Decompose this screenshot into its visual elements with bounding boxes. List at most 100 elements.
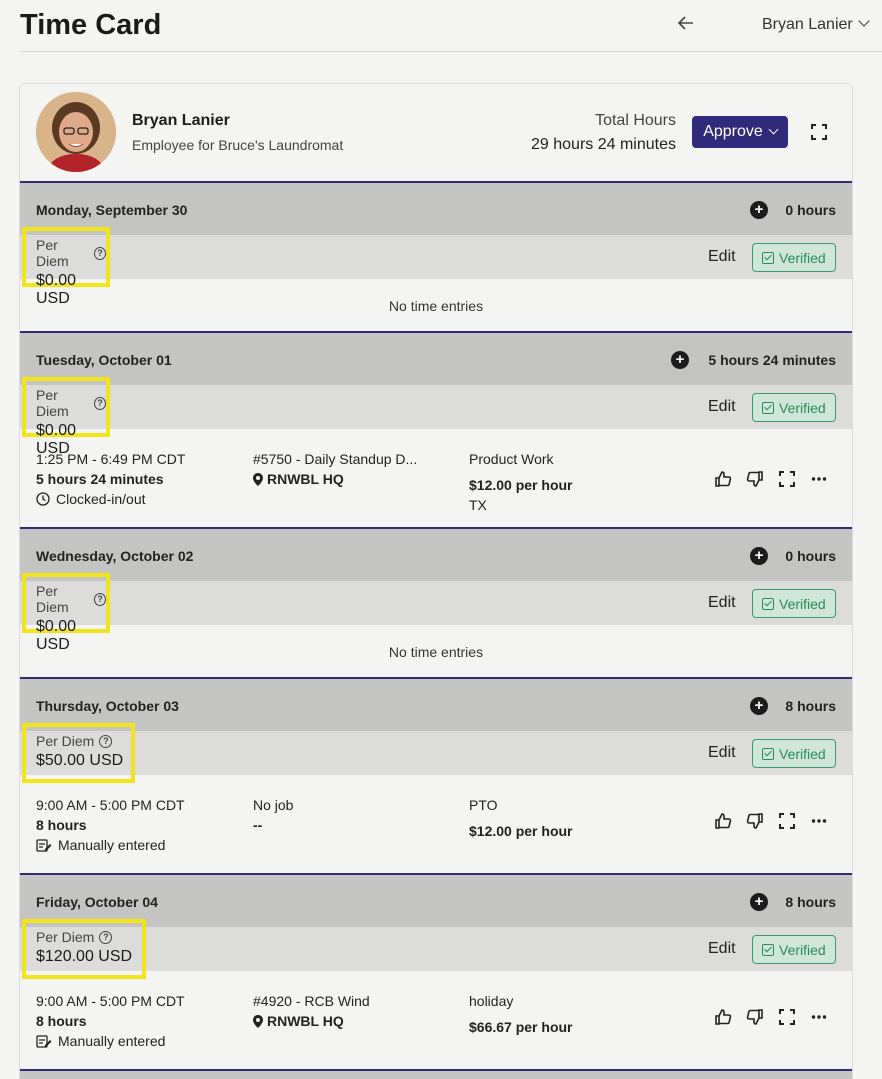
help-icon[interactable]: ? bbox=[94, 592, 106, 606]
add-icon[interactable]: + bbox=[671, 351, 689, 369]
time-card: Bryan Lanier Employee for Bruce's Laundr… bbox=[19, 83, 853, 1079]
checkbox-icon bbox=[762, 943, 774, 956]
per-diem-label-text: Per Diem bbox=[36, 583, 69, 615]
per-diem-label-text: Per Diem bbox=[36, 929, 95, 945]
day-name: Friday, October 04 bbox=[36, 894, 158, 910]
help-icon[interactable]: ? bbox=[99, 734, 113, 748]
time-entry[interactable]: 1:25 PM - 6:49 PM CDT 5 hours 24 minutes… bbox=[20, 429, 852, 527]
thumbs-up-icon[interactable] bbox=[714, 470, 732, 488]
day-header: Tuesday, October 01 + 5 hours 24 minutes bbox=[20, 333, 852, 385]
per-diem-row: Per Diem? $0.00 USD Edit Verified bbox=[20, 227, 852, 307]
thumbs-up-icon[interactable] bbox=[714, 812, 732, 830]
more-options-icon[interactable] bbox=[810, 1008, 828, 1026]
entry-method-text: Manually entered bbox=[58, 1033, 166, 1049]
map-pin-icon bbox=[253, 1015, 263, 1028]
entry-rate: $12.00 per hour bbox=[469, 823, 573, 839]
entry-rate: $66.67 per hour bbox=[469, 1019, 573, 1035]
per-diem-row: Per Diem? $0.00 USD Edit Verified bbox=[20, 573, 852, 653]
day-header: Monday, September 30 + 0 hours bbox=[20, 183, 852, 235]
per-diem-label-text: Per Diem bbox=[36, 237, 69, 269]
entry-time-range: 9:00 AM - 5:00 PM CDT bbox=[36, 797, 185, 813]
entry-rate-column: holiday $66.67 per hour bbox=[469, 991, 573, 1037]
edit-button[interactable]: Edit bbox=[708, 248, 736, 266]
employee-header: Bryan Lanier Employee for Bruce's Laundr… bbox=[20, 84, 852, 181]
per-diem-highlight: Per Diem? $0.00 USD bbox=[22, 377, 110, 457]
per-diem-label: Per Diem? bbox=[36, 733, 131, 749]
checkbox-icon bbox=[762, 251, 774, 264]
entry-location: RNWBL HQ bbox=[253, 469, 417, 489]
per-diem-highlight: Per Diem? $120.00 USD bbox=[22, 919, 146, 979]
verified-badge[interactable]: Verified bbox=[752, 935, 836, 964]
approve-label: Approve bbox=[703, 123, 763, 140]
thumbs-down-icon[interactable] bbox=[746, 470, 764, 488]
entry-time-column: 9:00 AM - 5:00 PM CDT 8 hours Manually e… bbox=[36, 795, 185, 855]
day-name: Tuesday, October 01 bbox=[36, 352, 172, 368]
expand-icon[interactable] bbox=[778, 812, 796, 830]
thumbs-up-icon[interactable] bbox=[714, 1008, 732, 1026]
no-entries-text: No time entries bbox=[388, 644, 484, 660]
per-diem-amount: $0.00 USD bbox=[36, 272, 77, 307]
per-diem-label: Per Diem? bbox=[36, 237, 106, 269]
entry-duration: 8 hours bbox=[36, 1013, 87, 1029]
verified-badge[interactable]: Verified bbox=[752, 739, 836, 768]
day-hours: 8 hours bbox=[785, 698, 836, 714]
per-diem-label-text: Per Diem bbox=[36, 733, 95, 749]
time-entry[interactable]: 9:00 AM - 5:00 PM CDT 8 hours Manually e… bbox=[20, 775, 852, 873]
map-pin-icon bbox=[253, 473, 263, 486]
top-bar: Time Card Bryan Lanier bbox=[20, 0, 882, 52]
entry-location: -- bbox=[253, 817, 263, 833]
page-title: Time Card bbox=[20, 9, 162, 41]
verified-badge[interactable]: Verified bbox=[752, 589, 836, 618]
add-icon[interactable]: + bbox=[750, 697, 768, 715]
entry-job[interactable]: No job bbox=[253, 795, 293, 815]
entry-actions bbox=[714, 812, 828, 830]
expand-icon[interactable] bbox=[778, 470, 796, 488]
day-hours: 0 hours bbox=[785, 548, 836, 564]
edit-button[interactable]: Edit bbox=[708, 940, 736, 958]
per-diem-row: Per Diem? $50.00 USD Edit Verified bbox=[20, 723, 852, 783]
per-diem-label-text: Per Diem bbox=[36, 387, 69, 419]
expand-icon[interactable] bbox=[778, 1008, 796, 1026]
entry-method: Manually entered bbox=[36, 1031, 185, 1051]
total-hours-label: Total Hours bbox=[595, 112, 676, 129]
approve-button[interactable]: Approve bbox=[692, 116, 788, 148]
per-diem-label: Per Diem? bbox=[36, 929, 142, 945]
day-section: Wednesday, October 02 + 0 hours Per Diem… bbox=[20, 527, 852, 677]
verified-badge[interactable]: Verified bbox=[752, 243, 836, 272]
entry-rate-column: Product Work $12.00 per hour TX bbox=[469, 449, 573, 515]
entry-method-text: Clocked-in/out bbox=[56, 491, 146, 507]
thumbs-down-icon[interactable] bbox=[746, 1008, 764, 1026]
per-diem-amount: $0.00 USD bbox=[36, 618, 77, 653]
user-menu[interactable]: Bryan Lanier bbox=[762, 15, 870, 34]
add-icon[interactable]: + bbox=[750, 201, 768, 219]
day-header: Wednesday, October 02 + 0 hours bbox=[20, 529, 852, 581]
day-section: Monday, September 30 + 0 hours Per Diem?… bbox=[20, 181, 852, 331]
thumbs-down-icon[interactable] bbox=[746, 812, 764, 830]
more-options-icon[interactable] bbox=[810, 470, 828, 488]
more-options-icon[interactable] bbox=[810, 812, 828, 830]
total-hours-value: 29 hours 24 minutes bbox=[531, 136, 676, 153]
add-icon[interactable]: + bbox=[750, 547, 768, 565]
per-diem-label: Per Diem? bbox=[36, 583, 106, 615]
edit-button[interactable]: Edit bbox=[708, 744, 736, 762]
per-diem-row: Per Diem? $120.00 USD Edit Verified bbox=[20, 919, 852, 979]
entry-location-text: RNWBL HQ bbox=[267, 1013, 344, 1029]
chevron-down-icon bbox=[858, 15, 870, 27]
edit-button[interactable]: Edit bbox=[708, 398, 736, 416]
per-diem-highlight: Per Diem? $50.00 USD bbox=[22, 723, 135, 783]
help-icon[interactable]: ? bbox=[94, 246, 106, 260]
edit-button[interactable]: Edit bbox=[708, 594, 736, 612]
add-icon[interactable]: + bbox=[750, 893, 768, 911]
entry-method: Manually entered bbox=[36, 835, 185, 855]
per-diem-row: Per Diem? $0.00 USD Edit Verified bbox=[20, 377, 852, 457]
entry-job[interactable]: #5750 - Daily Standup D... bbox=[253, 449, 417, 469]
help-icon[interactable]: ? bbox=[99, 930, 113, 944]
time-entry[interactable]: 9:00 AM - 5:00 PM CDT 8 hours Manually e… bbox=[20, 971, 852, 1069]
verified-badge[interactable]: Verified bbox=[752, 393, 836, 422]
back-arrow-icon[interactable] bbox=[677, 14, 694, 35]
entry-job[interactable]: #4920 - RCB Wind bbox=[253, 991, 370, 1011]
per-diem-highlight: Per Diem? $0.00 USD bbox=[22, 573, 110, 653]
expand-icon[interactable] bbox=[811, 124, 827, 140]
entry-job-column: #5750 - Daily Standup D... RNWBL HQ bbox=[253, 449, 417, 489]
help-icon[interactable]: ? bbox=[94, 396, 106, 410]
